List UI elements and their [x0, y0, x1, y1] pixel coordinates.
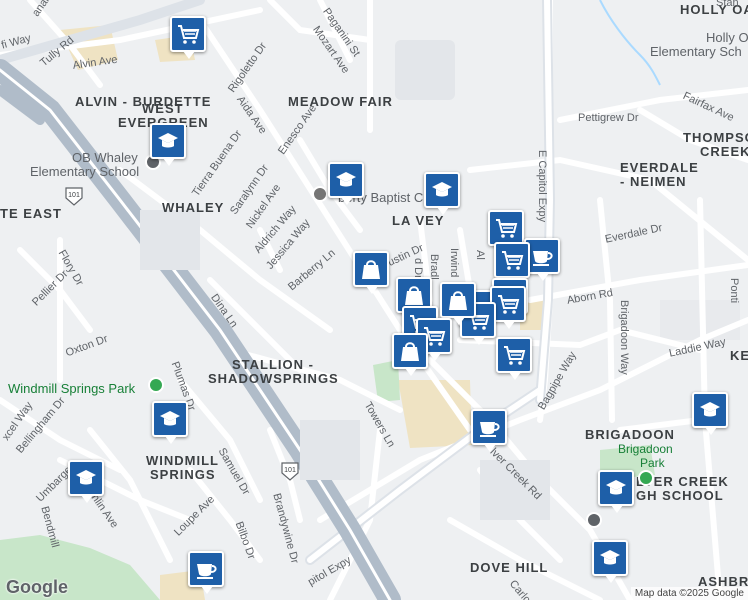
svg-text:101: 101 [68, 192, 80, 199]
label-silver-creek-2: GH SCHOOL [636, 488, 724, 503]
school-marker-silver-creek[interactable] [586, 512, 602, 528]
pin-bag-1[interactable] [353, 251, 389, 294]
school-icon [160, 411, 180, 426]
label-stan: Stan [716, 0, 739, 9]
pin-school-7[interactable] [598, 470, 634, 513]
label-irwind: Irwind [448, 248, 460, 278]
pin-bag-4[interactable] [392, 333, 428, 376]
shopping-bag-icon [449, 291, 467, 310]
pin-shop-3[interactable] [494, 242, 530, 285]
label-stallion: STALLION - [232, 357, 314, 372]
label-brigadoon: BRIGADOON [585, 427, 675, 442]
label-ke: KE [730, 348, 748, 363]
label-neimen: - NEIMEN [620, 174, 687, 189]
pin-shop-1[interactable] [170, 16, 206, 59]
shopping-cart-icon [498, 295, 520, 314]
church-marker[interactable] [312, 186, 328, 202]
school-icon [700, 402, 720, 417]
label-pettigrew: Pettigrew Dr [578, 112, 639, 124]
school-icon [606, 480, 626, 495]
google-logo[interactable]: Google [6, 577, 68, 598]
label-brigadoon-park-2: Park [640, 456, 665, 470]
label-west: WEST [142, 101, 184, 116]
svg-text:101: 101 [284, 467, 296, 474]
label-holly-oaks-school-2: Elementary Sch [650, 44, 742, 59]
label-ai: Al [474, 250, 486, 260]
label-dr-fragment: d Dr [412, 258, 424, 279]
map-base-layer [0, 0, 748, 600]
shopping-cart-icon [496, 219, 518, 238]
label-e-capitol: E Capitol Expy [536, 150, 548, 223]
shopping-bag-icon [405, 286, 423, 305]
cafe-icon [480, 422, 500, 437]
cafe-icon [197, 564, 217, 579]
label-bradley: Bradl [428, 254, 440, 280]
pin-school-4[interactable] [152, 401, 188, 444]
park-marker-brigadoon[interactable] [638, 470, 654, 486]
label-holly-oaks-school-1: Holly O [706, 30, 748, 45]
highway-101-shield-south: 101 [281, 462, 299, 481]
highway-101-shield-north: 101 [65, 187, 83, 206]
school-icon [76, 470, 96, 485]
school-icon [600, 550, 620, 565]
pin-school-2[interactable] [328, 162, 364, 205]
label-meadow-fair: MEADOW FAIR [288, 94, 393, 109]
shopping-cart-icon [178, 25, 200, 44]
label-shadowsprings: SHADOWSPRINGS [208, 371, 339, 386]
school-icon [158, 133, 178, 148]
school-icon [432, 182, 452, 197]
pin-school-6[interactable] [692, 392, 728, 435]
label-ob-whaley-1: OB Whaley [72, 150, 138, 165]
label-springs: SPRINGS [150, 467, 216, 482]
park-marker-windmill[interactable] [148, 377, 164, 393]
cafe-icon [533, 251, 553, 266]
label-ob-whaley-2: Elementary School [30, 164, 140, 179]
map-attribution[interactable]: Map data ©2025 Google [630, 587, 748, 600]
label-pont: Ponti [728, 278, 740, 304]
shopping-cart-icon [502, 251, 524, 270]
pin-bag-3[interactable] [440, 282, 476, 325]
label-brigadoon-way: Brigadoon Way [618, 300, 630, 375]
label-dove-hill: DOVE HILL [470, 560, 549, 575]
pin-school-8[interactable] [592, 540, 628, 583]
pin-cafe-2[interactable] [471, 409, 507, 452]
label-everdale: EVERDALE [620, 160, 699, 175]
school-icon [336, 172, 356, 187]
map-canvas[interactable]: HOLLY OAKS ALVIN - BURDETTE MEADOW FAIR … [0, 0, 748, 600]
label-thompson: THOMPSON [683, 130, 748, 145]
pin-shop-10[interactable] [496, 337, 532, 380]
pin-school-3[interactable] [424, 172, 460, 215]
pin-shop-2[interactable] [488, 210, 524, 253]
label-windmill-park: Windmill Springs Park [8, 381, 136, 396]
label-east: TE EAST [0, 206, 62, 221]
shopping-cart-icon [504, 346, 526, 365]
pin-cafe-3[interactable] [188, 551, 224, 594]
label-brigadoon-park-1: Brigadoon [618, 442, 673, 456]
label-creek: CREEK [700, 144, 748, 159]
label-whaley: WHALEY [162, 200, 225, 215]
label-windmill: WINDMILL [146, 453, 219, 468]
pin-school-5[interactable] [68, 460, 104, 503]
label-la-vey: LA VEY [392, 213, 445, 228]
shopping-bag-icon [401, 342, 419, 361]
pin-school-1[interactable] [150, 123, 186, 166]
shopping-bag-icon [362, 260, 380, 279]
